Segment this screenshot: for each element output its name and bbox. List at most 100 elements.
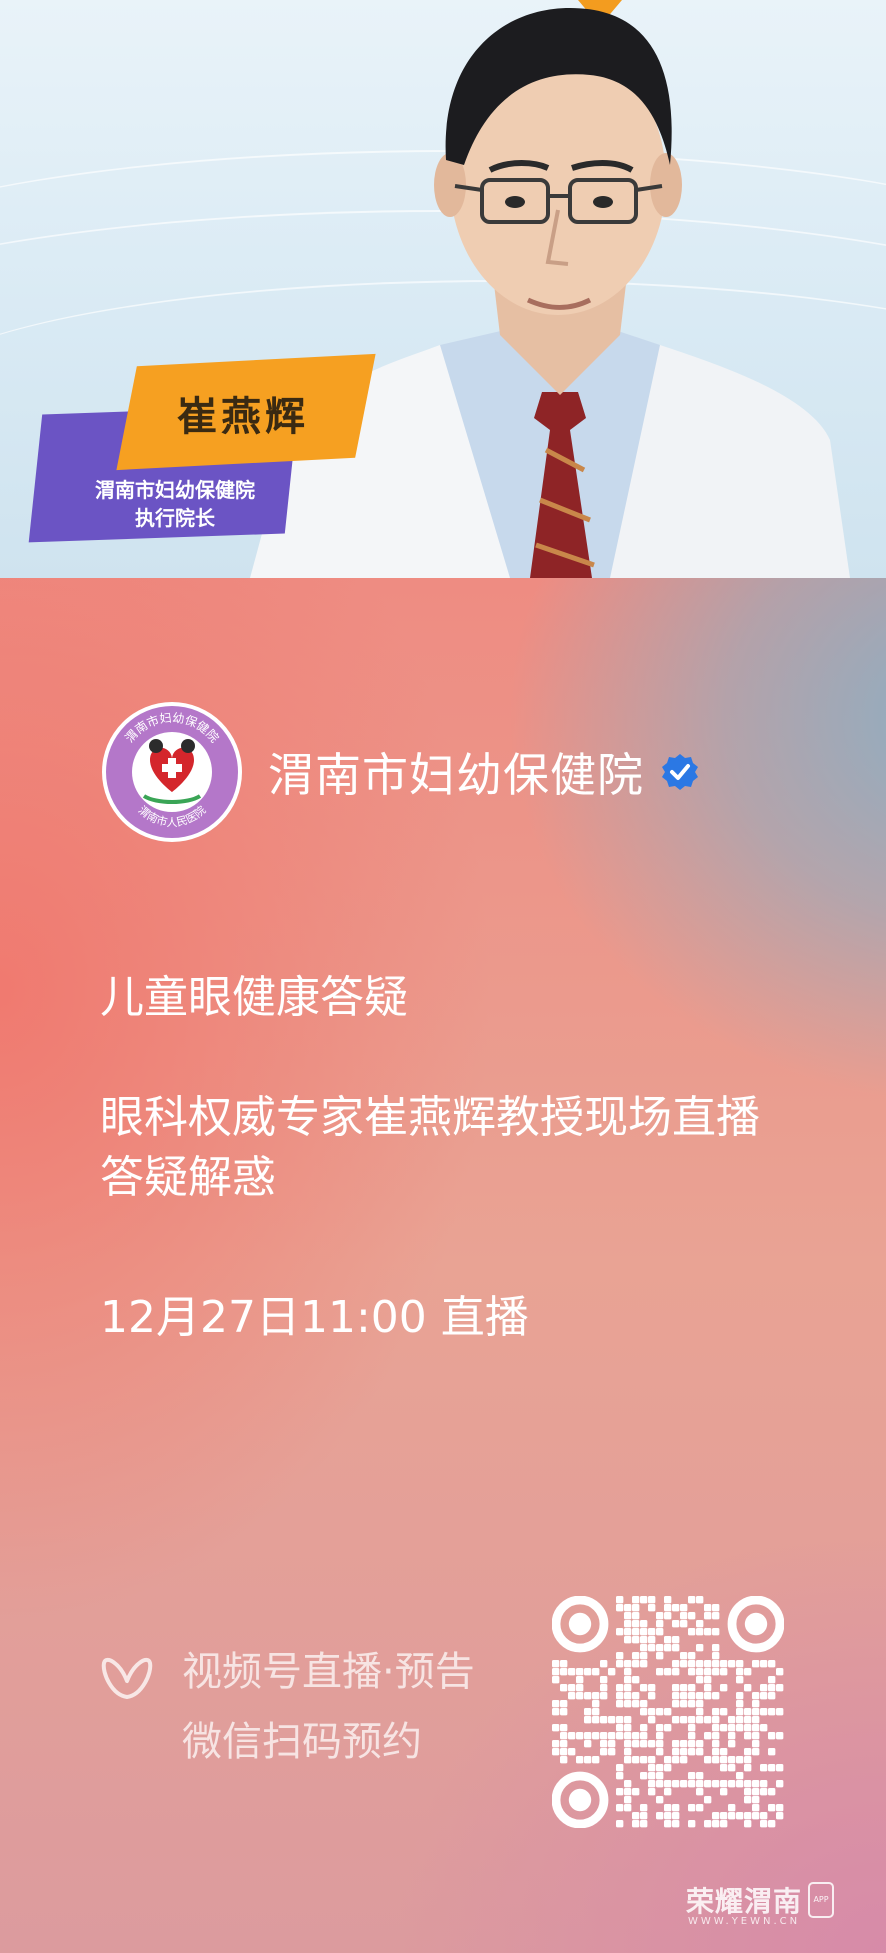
qr-module: [696, 1748, 704, 1756]
qr-module: [736, 1724, 744, 1732]
qr-module: [640, 1628, 648, 1636]
qr-module: [640, 1652, 648, 1660]
qr-module: [688, 1724, 696, 1732]
qr-code-icon[interactable]: [552, 1596, 784, 1828]
qr-module: [696, 1780, 704, 1788]
qr-module: [632, 1756, 640, 1764]
qr-module: [624, 1748, 632, 1756]
qr-module: [712, 1780, 720, 1788]
qr-module: [680, 1756, 688, 1764]
qr-module: [624, 1732, 632, 1740]
qr-module: [760, 1692, 768, 1700]
qr-module: [608, 1748, 616, 1756]
qr-module: [720, 1756, 728, 1764]
qr-module: [640, 1820, 648, 1828]
qr-module: [640, 1804, 648, 1812]
live-preview-card: 渭南市妇幼保健院 渭南市人民医院 渭南市妇幼保健院 儿童眼健康答疑 眼科权威专家…: [0, 578, 886, 1953]
qr-module: [648, 1628, 656, 1636]
qr-module: [648, 1684, 656, 1692]
qr-module: [624, 1796, 632, 1804]
qr-module: [624, 1780, 632, 1788]
qr-module: [672, 1660, 680, 1668]
qr-module: [648, 1780, 656, 1788]
qr-module: [600, 1676, 608, 1684]
qr-module: [632, 1812, 640, 1820]
qr-module: [624, 1676, 632, 1684]
qr-module: [656, 1740, 664, 1748]
channel-hint: 微信扫码预约: [182, 1719, 422, 1765]
qr-module: [704, 1676, 712, 1684]
qr-module: [752, 1812, 760, 1820]
qr-module: [760, 1812, 768, 1820]
qr-module: [720, 1708, 728, 1716]
qr-module: [696, 1676, 704, 1684]
qr-module: [656, 1724, 664, 1732]
qr-module: [640, 1724, 648, 1732]
qr-module: [776, 1668, 784, 1676]
qr-finder-dot: [568, 1788, 592, 1812]
qr-module: [640, 1644, 648, 1652]
qr-module: [560, 1668, 568, 1676]
qr-module: [640, 1740, 648, 1748]
qr-module: [688, 1820, 696, 1828]
qr-module: [680, 1780, 688, 1788]
qr-module: [632, 1700, 640, 1708]
verified-badge-icon: [662, 754, 698, 790]
channels-butterfly-icon: [101, 1657, 153, 1699]
qr-module: [688, 1700, 696, 1708]
qr-module: [632, 1628, 640, 1636]
qr-module: [680, 1700, 688, 1708]
app-badge: APP: [808, 1882, 835, 1918]
qr-module: [624, 1756, 632, 1764]
qr-module: [632, 1620, 640, 1628]
qr-module: [656, 1628, 664, 1636]
qr-module: [576, 1668, 584, 1676]
qr-module: [584, 1756, 592, 1764]
qr-module: [760, 1764, 768, 1772]
qr-module: [672, 1716, 680, 1724]
qr-module: [712, 1812, 720, 1820]
hospital-logo-icon[interactable]: 渭南市妇幼保健院 渭南市人民医院: [100, 700, 244, 844]
qr-module: [688, 1716, 696, 1724]
qr-module: [744, 1796, 752, 1804]
qr-module: [584, 1668, 592, 1676]
watermark-title: 荣耀渭南: [686, 1885, 803, 1918]
qr-module: [664, 1820, 672, 1828]
qr-module: [768, 1684, 776, 1692]
qr-module: [592, 1732, 600, 1740]
qr-module: [744, 1684, 752, 1692]
qr-module: [728, 1740, 736, 1748]
qr-module: [664, 1812, 672, 1820]
qr-module: [752, 1788, 760, 1796]
qr-module: [560, 1660, 568, 1668]
qr-module: [704, 1692, 712, 1700]
qr-module: [728, 1804, 736, 1812]
qr-module: [640, 1732, 648, 1740]
qr-module: [752, 1732, 760, 1740]
qr-module: [728, 1756, 736, 1764]
qr-module: [576, 1732, 584, 1740]
qr-module: [680, 1684, 688, 1692]
qr-module: [688, 1668, 696, 1676]
account-header[interactable]: 渭南市妇幼保健院 渭南市人民医院 渭南市妇幼保健院: [100, 700, 700, 844]
qr-module: [720, 1780, 728, 1788]
qr-module: [560, 1708, 568, 1716]
account-name[interactable]: 渭南市妇幼保健院: [268, 739, 644, 805]
qr-module: [752, 1740, 760, 1748]
qr-module: [680, 1604, 688, 1612]
qr-module: [688, 1772, 696, 1780]
qr-module: [728, 1660, 736, 1668]
qr-module: [736, 1700, 744, 1708]
qr-module: [672, 1740, 680, 1748]
qr-module: [592, 1700, 600, 1708]
qr-module: [632, 1652, 640, 1660]
qr-module: [640, 1700, 648, 1708]
qr-module: [752, 1708, 760, 1716]
qr-module: [640, 1596, 648, 1604]
qr-module: [568, 1668, 576, 1676]
qr-module: [744, 1716, 752, 1724]
qr-module: [712, 1820, 720, 1828]
qr-module: [664, 1644, 672, 1652]
live-time: 12月27日11:00 直播: [100, 1292, 529, 1343]
qr-module: [688, 1804, 696, 1812]
